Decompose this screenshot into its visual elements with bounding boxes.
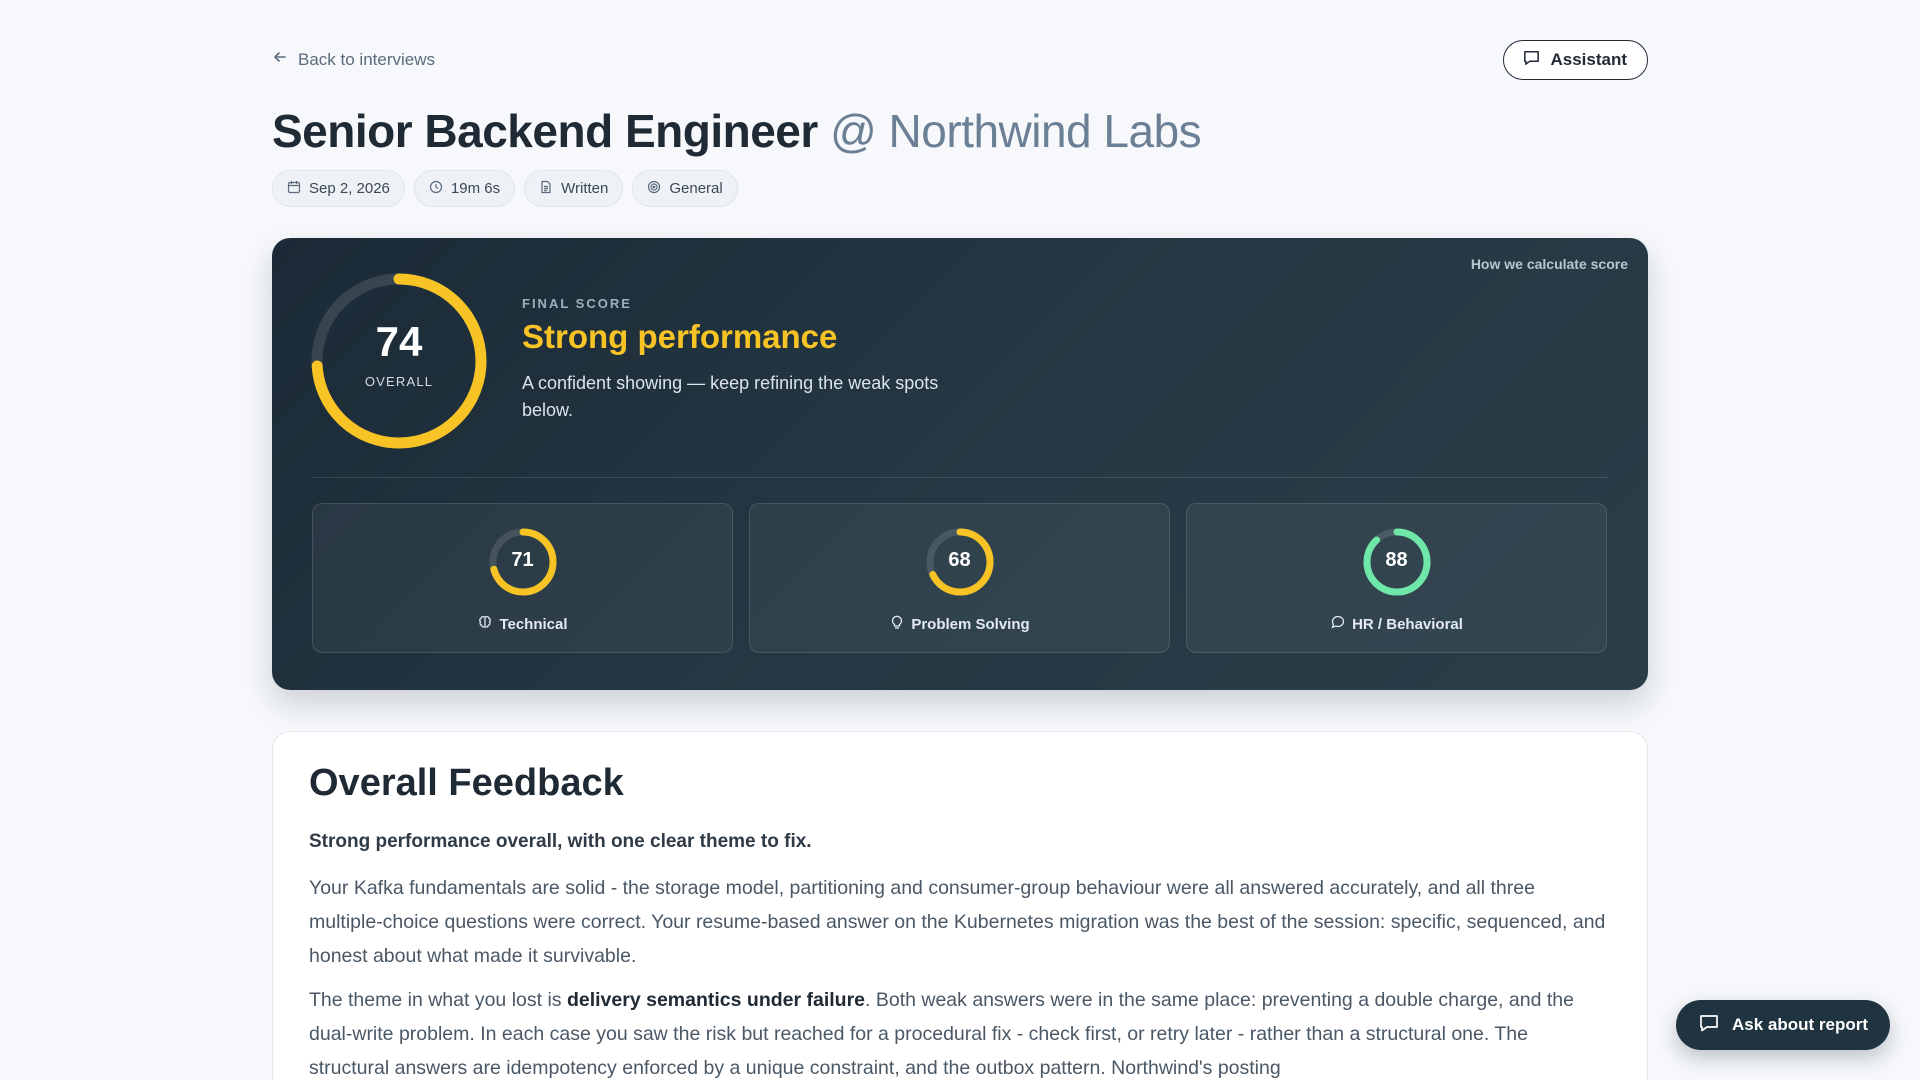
category-problem-solving: 68 Problem Solving [749, 503, 1170, 653]
problem-solving-label-row: Problem Solving [750, 614, 1169, 634]
feedback-paragraph-1: Your Kafka fundamentals are solid - the … [309, 877, 1606, 967]
hr-behavioral-score: 88 [1385, 549, 1408, 571]
hr-behavioral-ring: 88 [1356, 521, 1438, 603]
type-chip: General [632, 170, 738, 207]
back-link-label: Back to interviews [298, 49, 435, 69]
feedback-title: Overall Feedback [309, 762, 624, 804]
arrow-left-icon [272, 49, 288, 70]
clock-icon [429, 180, 443, 198]
ask-about-report-label: Ask about report [1731, 1015, 1869, 1034]
assistant-button[interactable]: Assistant [1503, 40, 1648, 80]
problem-solving-label: Problem Solving [911, 615, 1030, 633]
ask-about-report-button[interactable]: Ask about report [1676, 1000, 1890, 1050]
how-we-calculate-score-link[interactable]: How we calculate score [1471, 256, 1628, 272]
verdict-description: A confident showing — keep refining the … [522, 373, 939, 420]
overall-score-ring: 74 OVERALL [308, 270, 490, 452]
format-chip-label: Written [561, 180, 609, 197]
brain-icon [477, 614, 493, 634]
overall-score-label: OVERALL [364, 374, 434, 389]
target-icon [647, 180, 661, 198]
type-chip-label: General [669, 180, 723, 197]
problem-solving-score: 68 [948, 549, 971, 571]
lightbulb-icon [889, 614, 905, 634]
final-score-label: FINAL SCORE [522, 296, 632, 311]
feedback-p2-start: The theme in what you lost is [309, 989, 567, 1011]
chat-bubble-icon [1330, 614, 1346, 634]
technical-ring: 71 [482, 521, 564, 603]
verdict-heading: Strong performance [522, 318, 838, 355]
score-card: How we calculate score 74 OVERALL FINAL … [272, 238, 1648, 690]
top-bar: Back to interviews Assistant [272, 40, 1648, 80]
category-technical: 71 Technical [312, 503, 733, 653]
duration-chip-label: 19m 6s [450, 180, 501, 197]
technical-score: 71 [511, 549, 534, 571]
overall-score-value: 74 [375, 318, 423, 365]
duration-chip: 19m 6s [413, 170, 516, 207]
technical-label: Technical [499, 615, 568, 633]
feedback-paragraph-2: The theme in what you lost is delivery s… [309, 983, 1611, 1080]
company-name: @ Northwind Labs [830, 105, 1202, 157]
assistant-label: Assistant [1550, 50, 1627, 69]
date-chip: Sep 2, 2026 [272, 170, 405, 207]
calendar-icon [287, 180, 301, 198]
category-hr-behavioral: 88 HR / Behavioral [1186, 503, 1607, 653]
format-chip: Written [524, 170, 624, 207]
problem-solving-ring: 68 [919, 521, 1001, 603]
hr-behavioral-label-row: HR / Behavioral [1187, 614, 1606, 634]
date-chip-label: Sep 2, 2026 [309, 180, 390, 197]
feedback-p2-emphasis: delivery semantics under failure [566, 989, 866, 1011]
job-role: Senior Backend Engineer [272, 105, 818, 157]
page-title: Senior Backend Engineer @ Northwind Labs [272, 104, 1202, 158]
technical-label-row: Technical [313, 614, 732, 634]
overall-feedback-card: Overall Feedback Strong performance over… [272, 731, 1648, 1080]
chat-icon [1522, 48, 1541, 72]
hr-behavioral-label: HR / Behavioral [1352, 615, 1463, 633]
feedback-lead: Strong performance overall, with one cle… [309, 831, 812, 852]
back-to-interviews-link[interactable]: Back to interviews [272, 49, 435, 70]
divider [312, 477, 1608, 478]
meta-chips: Sep 2, 2026 19m 6s Written General [272, 170, 738, 207]
document-icon [539, 180, 553, 198]
chat-icon [1698, 1012, 1720, 1039]
